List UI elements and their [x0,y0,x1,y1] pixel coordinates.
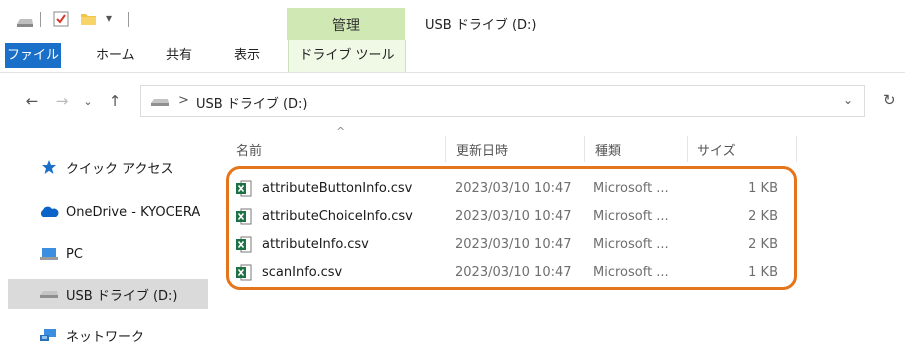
arrow-right-icon: → [55,92,69,110]
nav-item-label: USB ドライブ (D:) [66,288,178,304]
recent-locations-button[interactable]: ⌄ [78,90,98,112]
file-size: 2 KB [748,237,778,252]
file-size: 1 KB [748,181,778,196]
column-divider[interactable] [445,136,446,162]
refresh-icon: ↻ [883,91,896,109]
properties-check-icon[interactable] [53,11,69,27]
excel-csv-icon [236,208,252,225]
file-size: 2 KB [748,209,778,224]
excel-csv-icon [236,236,252,253]
file-row[interactable]: scanInfo.csv 2023/03/10 10:47 Microsoft … [232,259,792,287]
window-title: USB ドライブ (D:) [425,18,537,33]
tab-view[interactable]: 表示 [234,40,260,72]
column-header-name[interactable]: 名前 [236,140,262,159]
file-type: Microsoft ... [593,209,669,224]
file-type: Microsoft ... [593,181,669,196]
nav-item-label: ネットワーク [66,329,145,345]
tab-share[interactable]: 共有 [166,40,192,72]
toolbar-separator [128,12,129,27]
column-header-type[interactable]: 種類 [595,140,621,159]
breadcrumb[interactable]: USB ドライブ (D:) [196,93,307,112]
star-icon [38,159,60,175]
arrow-left-icon: ← [25,92,39,110]
toolbar-separator [40,12,41,27]
refresh-button[interactable]: ↻ [883,91,896,109]
back-button[interactable]: ← [22,90,42,112]
usb-drive-icon [151,99,169,106]
column-divider[interactable] [687,136,688,162]
column-divider[interactable] [796,136,797,162]
customize-dropdown-icon[interactable]: ▾ [106,11,112,25]
file-date: 2023/03/10 10:47 [455,181,572,196]
up-button[interactable]: ↑ [105,90,125,112]
column-header-size[interactable]: サイズ [697,140,736,159]
tab-drive-tools[interactable]: ドライブ ツール [288,40,406,72]
nav-item-label: OneDrive - KYOCERA [66,204,201,220]
cloud-icon [38,204,60,220]
pc-icon [38,246,60,262]
file-name: attributeChoiceInfo.csv [262,209,413,224]
nav-item-label: PC [66,246,83,262]
nav-item-label: クイック アクセス [66,161,174,177]
nav-item-usb-drive[interactable]: USB ドライブ (D:) [8,279,208,309]
tab-file[interactable]: ファイル [5,43,61,68]
chevron-down-icon: ⌄ [83,94,93,108]
usb-drive-icon [38,286,60,302]
excel-csv-icon [236,180,252,197]
nav-item-onedrive[interactable]: OneDrive - KYOCERA [8,197,208,227]
tab-home[interactable]: ホーム [96,40,135,72]
network-icon [38,327,60,343]
excel-csv-icon [236,264,252,281]
column-header-date[interactable]: 更新日時 [456,140,508,159]
file-type: Microsoft ... [593,237,669,252]
context-tab-group-label: 管理 [332,18,360,34]
chevron-down-icon: ⌄ [843,93,854,107]
file-name: attributeButtonInfo.csv [262,181,413,196]
arrow-up-icon: ↑ [108,92,122,110]
nav-item-quick-access[interactable]: クイック アクセス [8,152,208,182]
file-date: 2023/03/10 10:47 [455,265,572,280]
file-row[interactable]: attributeChoiceInfo.csv 2023/03/10 10:47… [232,203,792,231]
address-dropdown-button[interactable]: ⌄ [843,93,853,107]
forward-button[interactable]: → [52,90,72,112]
drive-icon[interactable] [16,14,34,30]
new-folder-icon[interactable] [80,11,97,27]
column-divider[interactable] [584,136,585,162]
file-row[interactable]: attributeInfo.csv 2023/03/10 10:47 Micro… [232,231,792,259]
file-size: 1 KB [748,265,778,280]
ribbon-tab-bar [0,40,905,73]
file-type: Microsoft ... [593,265,669,280]
nav-item-pc[interactable]: PC [8,239,208,269]
sort-indicator: ^ [336,125,346,138]
breadcrumb-separator: > [178,93,189,108]
file-date: 2023/03/10 10:47 [455,237,572,252]
file-name: scanInfo.csv [262,265,343,280]
file-row[interactable]: attributeButtonInfo.csv 2023/03/10 10:47… [232,175,792,203]
nav-item-network[interactable]: ネットワーク [8,320,208,350]
file-date: 2023/03/10 10:47 [455,209,572,224]
file-name: attributeInfo.csv [262,237,369,252]
